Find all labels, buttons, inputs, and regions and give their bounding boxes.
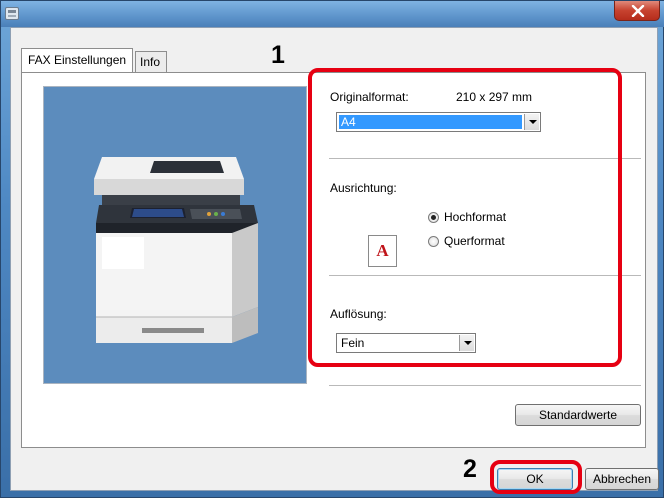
printer-icon [5,7,19,20]
printer-image [94,157,258,343]
annotation-box-step-2 [490,460,582,494]
annotation-number-1: 1 [271,41,285,69]
close-button[interactable] [614,1,660,21]
tab-info[interactable]: Info [135,51,168,73]
dialog-window: FAX Einstellungen Info Originalformat: 2… [0,0,664,498]
annotation-box-step-1 [308,68,622,367]
printer-preview [43,86,307,384]
annotation-number-2: 2 [463,455,477,483]
cancel-button[interactable]: Abbrechen [585,468,659,490]
close-icon [631,5,645,17]
divider [329,385,641,387]
title-bar [1,1,664,27]
defaults-button[interactable]: Standardwerte [515,404,641,426]
tab-fax-settings[interactable]: FAX Einstellungen [21,48,134,72]
